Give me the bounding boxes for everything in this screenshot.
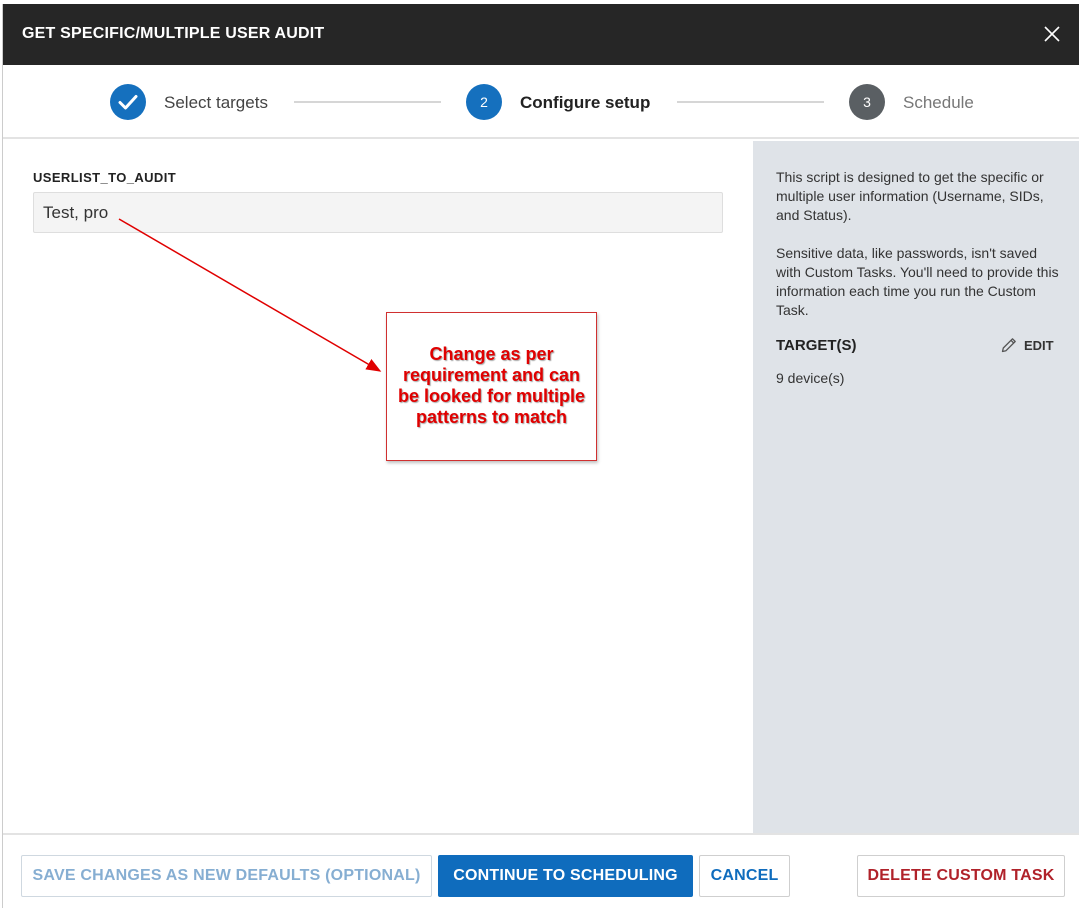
step-connector xyxy=(294,101,441,103)
annotation-text: Change as per requirement and can be loo… xyxy=(397,344,585,427)
step-3-label[interactable]: Schedule xyxy=(903,93,974,113)
dialog-title: GET SPECIFIC/MULTIPLE USER AUDIT xyxy=(22,25,325,42)
stepper: Select targets 2 Configure setup 3 Sched… xyxy=(3,65,1079,139)
save-defaults-button[interactable]: SAVE CHANGES AS NEW DEFAULTS (OPTIONAL) xyxy=(21,855,432,897)
continue-to-scheduling-button[interactable]: CONTINUE TO SCHEDULING xyxy=(438,855,693,897)
step-connector xyxy=(677,101,824,103)
step-1-checkmark-icon[interactable] xyxy=(110,84,146,120)
description-paragraph: This script is designed to get the speci… xyxy=(776,169,1044,223)
annotation-arrow xyxy=(118,218,382,372)
step-2-number[interactable]: 2 xyxy=(466,84,502,120)
description-paragraph: Sensitive data, like passwords, isn't sa… xyxy=(776,245,1059,318)
step-1-label[interactable]: Select targets xyxy=(164,93,268,113)
targets-title: TARGET(S) xyxy=(776,337,857,354)
step-3-number[interactable]: 3 xyxy=(849,84,885,120)
targets-count: 9 device(s) xyxy=(776,370,845,386)
dialog-footer: SAVE CHANGES AS NEW DEFAULTS (OPTIONAL) … xyxy=(3,833,1079,908)
info-side-panel: This script is designed to get the speci… xyxy=(753,141,1079,833)
dialog-header: GET SPECIFIC/MULTIPLE USER AUDIT xyxy=(3,4,1079,65)
config-form: USERLIST_TO_AUDIT Change as per requirem… xyxy=(3,141,753,833)
cancel-button[interactable]: CANCEL xyxy=(699,855,790,897)
delete-custom-task-button[interactable]: DELETE CUSTOM TASK xyxy=(857,855,1065,897)
edit-label: EDIT xyxy=(1024,337,1054,353)
close-icon[interactable] xyxy=(1042,24,1062,44)
step-2-label[interactable]: Configure setup xyxy=(520,93,650,113)
pencil-icon xyxy=(1001,338,1016,353)
annotation-callout: Change as per requirement and can be loo… xyxy=(386,312,597,461)
edit-targets-button[interactable]: EDIT xyxy=(1000,336,1054,354)
custom-task-dialog: GET SPECIFIC/MULTIPLE USER AUDIT Select … xyxy=(2,4,1079,908)
script-description: This script is designed to get the speci… xyxy=(776,168,1061,339)
